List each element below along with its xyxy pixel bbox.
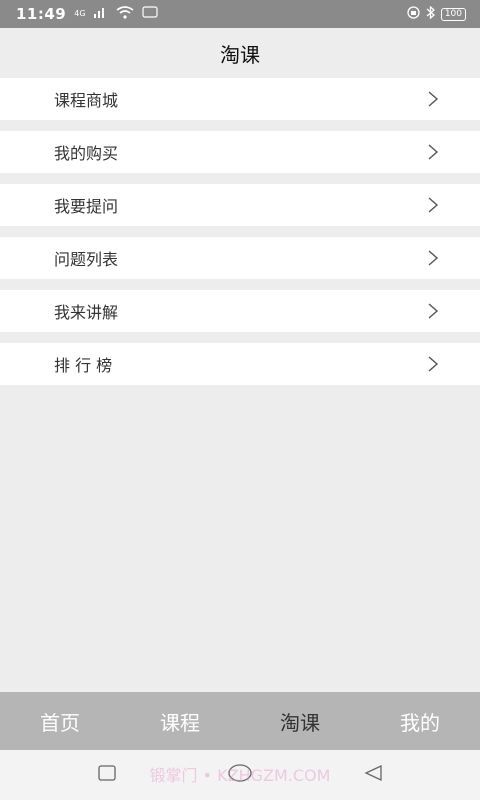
- menu-item-label: 问题列表: [54, 250, 119, 269]
- alarm-icon: [407, 5, 420, 23]
- menu-item-my-purchases[interactable]: 我的购买: [0, 131, 480, 173]
- chevron-right-icon: [428, 197, 439, 213]
- menu-item-label: 课程商城: [54, 91, 119, 110]
- system-nav-bar: [0, 750, 480, 800]
- menu-item-label: 我来讲解: [54, 303, 119, 322]
- chevron-right-icon: [428, 144, 439, 160]
- status-bar: 11:49 4G 100: [0, 0, 480, 28]
- tab-taoke[interactable]: 淘课: [280, 707, 320, 736]
- status-time: 11:49: [16, 5, 67, 23]
- menu-item-leaderboard[interactable]: 排 行 榜: [0, 343, 480, 385]
- menu-item-i-explain[interactable]: 我来讲解: [0, 290, 480, 332]
- tab-courses[interactable]: 课程: [160, 707, 200, 736]
- menu-item-label: 排 行 榜: [54, 356, 113, 375]
- wifi-icon: [116, 5, 134, 23]
- menu-item-course-store[interactable]: 课程商城: [0, 78, 480, 120]
- tab-home[interactable]: 首页: [40, 707, 80, 736]
- tab-mine[interactable]: 我的: [400, 707, 440, 736]
- bluetooth-icon: [426, 5, 435, 23]
- chevron-right-icon: [428, 91, 439, 107]
- page-title: 淘课: [0, 28, 480, 78]
- chevron-right-icon: [428, 250, 439, 266]
- menu-item-question-list[interactable]: 问题列表: [0, 237, 480, 279]
- back-triangle-icon[interactable]: [363, 764, 383, 786]
- bottom-nav: 首页 课程 淘课 我的: [0, 692, 480, 750]
- chevron-right-icon: [428, 356, 439, 372]
- hd-icon: [141, 6, 158, 22]
- chevron-right-icon: [428, 303, 439, 319]
- menu-item-label: 我要提问: [54, 197, 119, 216]
- menu-list: 课程商城 我的购买 我要提问 问题列表 我来讲解 排 行 榜: [0, 78, 480, 396]
- menu-item-ask-question[interactable]: 我要提问: [0, 184, 480, 226]
- menu-item-label: 我的购买: [54, 144, 119, 163]
- battery-icon: 100: [440, 7, 466, 21]
- signal-icon: [93, 6, 108, 22]
- network-type-label: 4G: [74, 9, 86, 18]
- home-circle-icon[interactable]: [227, 763, 253, 787]
- recent-apps-icon[interactable]: [97, 765, 117, 785]
